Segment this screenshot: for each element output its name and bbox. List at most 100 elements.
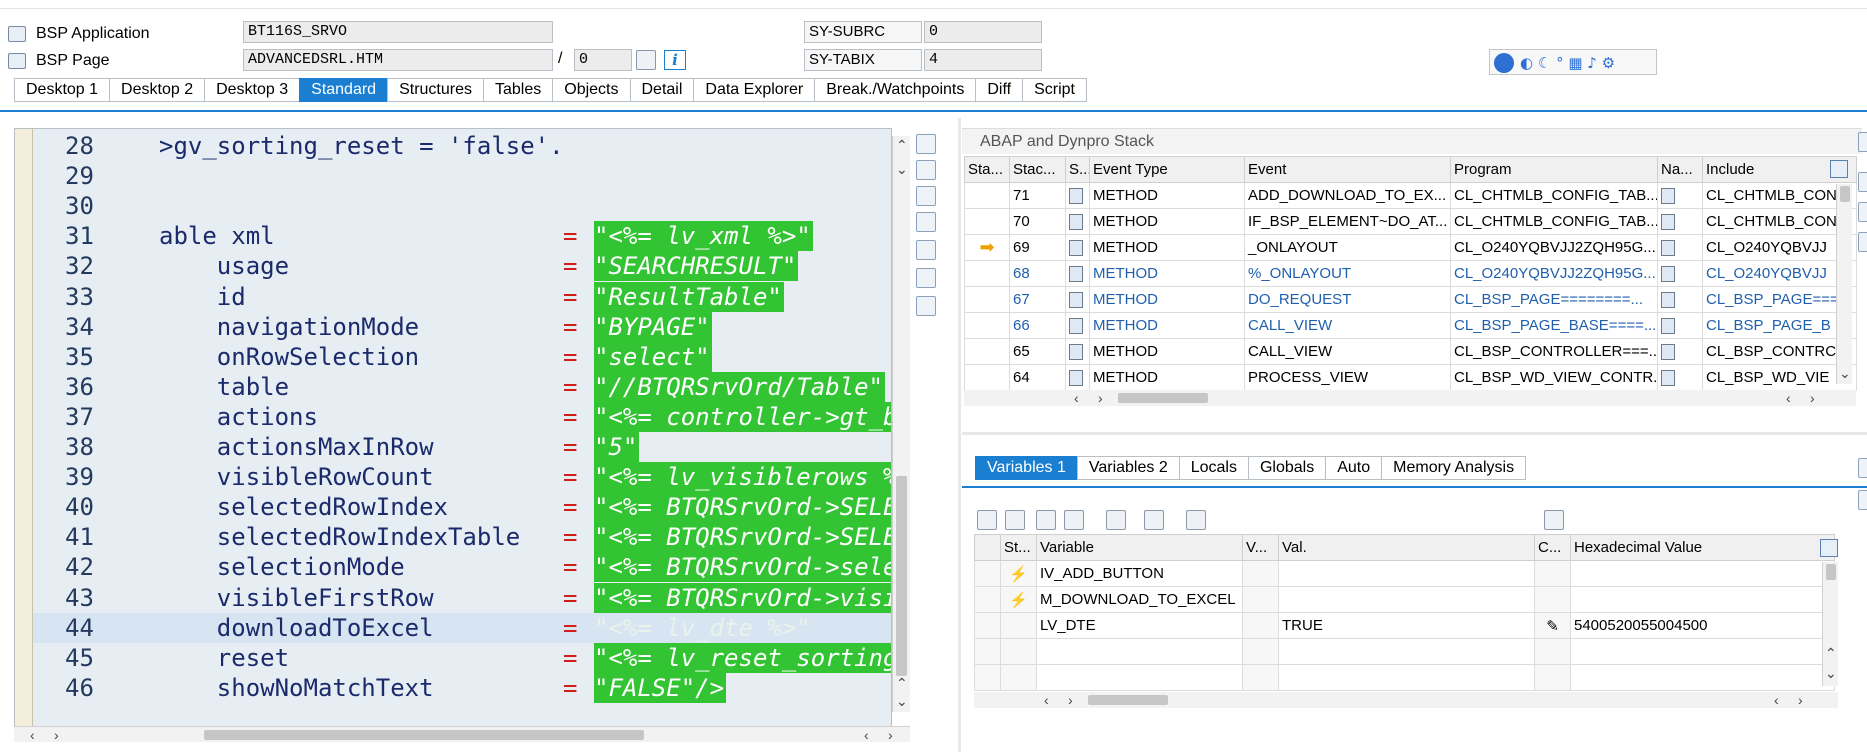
ime-toolbar[interactable]: ◐ ☾ ° ▦ ♪ ⚙ (1489, 49, 1657, 75)
var-scroll-right-icon[interactable]: › (1068, 693, 1073, 707)
variable-name-input[interactable]: IV_ADD_BUTTON (1036, 560, 1243, 587)
code-line[interactable]: 28 >gv_sorting_reset = 'false'. (33, 131, 891, 161)
variable-name-input[interactable]: LV_DTE (1036, 612, 1243, 639)
var-scroll-right-end-icon[interactable]: › (1798, 693, 1803, 707)
tab-tables[interactable]: Tables (483, 78, 553, 102)
var-hscroll-thumb[interactable] (1088, 695, 1168, 705)
tab-objects[interactable]: Objects (552, 78, 630, 102)
scroll-down-bottom-icon[interactable]: ⌄ (896, 694, 908, 708)
stack-row[interactable]: ➡ 69 METHOD _ONLAYOUT CL_O240YQBVJJ2ZQH95G..… (964, 234, 1857, 261)
stack-row[interactable]: 66 METHOD CALL_VIEW CL_BSP_PAGE_BASE====...… (964, 312, 1857, 339)
code-line[interactable]: 33 id = "ResultTable" (33, 281, 891, 312)
stack-side-tool-icon[interactable] (1858, 172, 1867, 192)
tab-breakpoints[interactable]: Break./Watchpoints (814, 78, 976, 102)
row-selector-header[interactable] (974, 534, 1001, 561)
tab-structures[interactable]: Structures (387, 78, 483, 102)
tab-standard[interactable]: Standard (299, 78, 388, 102)
expand-icon[interactable] (1144, 510, 1164, 530)
variable-row[interactable]: ⚡ IV_ADD_BUTTON (974, 560, 1835, 587)
row-selector[interactable] (974, 586, 1001, 613)
stack-scroll-left-end-icon[interactable]: ‹ (1786, 391, 1791, 405)
var-layout-icon[interactable] (1820, 539, 1838, 557)
variable-column-header[interactable]: St... (1000, 534, 1037, 561)
stack-column-header[interactable]: Program (1450, 156, 1658, 183)
watch-icon[interactable] (1005, 510, 1025, 530)
close-pane-icon[interactable] (916, 134, 936, 154)
editor-vscroll-thumb[interactable] (896, 476, 907, 676)
var-side-tool-icon[interactable] (1858, 490, 1867, 510)
var-scroll-down-icon[interactable]: ⌄ (1825, 666, 1837, 680)
tab-desktop-1[interactable]: Desktop 1 (14, 78, 110, 102)
tab-memory-analysis[interactable]: Memory Analysis (1381, 456, 1527, 480)
new-tool-icon[interactable] (916, 160, 936, 180)
variable-column-header[interactable]: Val. (1278, 534, 1535, 561)
scroll-left-end-icon[interactable]: ‹ (864, 728, 869, 742)
tab-globals[interactable]: Globals (1247, 456, 1326, 480)
horizontal-splitter[interactable] (962, 432, 1867, 435)
code-line[interactable]: 34 navigationMode = "BYPAGE" (33, 311, 891, 342)
tab-desktop-2[interactable]: Desktop 2 (109, 78, 205, 102)
swap-tool-icon[interactable] (916, 186, 936, 206)
variable-name-input[interactable]: M_DOWNLOAD_TO_EXCEL (1036, 586, 1243, 613)
variable-row[interactable] (974, 638, 1835, 665)
row-selector[interactable] (974, 664, 1001, 691)
code-line[interactable]: 44 downloadToExcel = "<%= lv_dte %>" (33, 612, 891, 643)
code-line[interactable]: 31 able xml = "<%= lv_xml %>" (33, 221, 891, 252)
services-icon[interactable] (916, 296, 936, 316)
variable-value-cell[interactable] (1278, 560, 1535, 587)
scroll-left-icon[interactable]: ‹ (30, 728, 35, 742)
scroll-down-icon[interactable]: ⌄ (896, 162, 908, 176)
code-line[interactable]: 42 selectionMode = "<%= BTQRSrvOrd->sele (33, 552, 891, 583)
bsp-page-field[interactable]: ADVANCEDSRL.HTM (243, 49, 553, 71)
variable-row[interactable]: LV_DTE TRUE ✎ 5400520055004500 (974, 612, 1835, 639)
variable-column-header[interactable]: Variable (1036, 534, 1243, 561)
tab-detail[interactable]: Detail (629, 78, 694, 102)
stack-vscroll-thumb[interactable] (1840, 186, 1850, 202)
tab-auto[interactable]: Auto (1325, 456, 1382, 480)
scroll-right-icon[interactable]: › (54, 728, 59, 742)
tab-variables-2[interactable]: Variables 2 (1076, 456, 1179, 480)
stack-scroll-right-icon[interactable]: › (1098, 391, 1103, 405)
stack-scroll-right-end-icon[interactable]: › (1810, 391, 1815, 405)
code-line[interactable]: 30 (33, 191, 891, 221)
var-scroll-left-icon[interactable]: ‹ (1044, 693, 1049, 707)
stack-scroll-left-icon[interactable]: ‹ (1074, 391, 1079, 405)
var-close-icon[interactable] (1858, 458, 1867, 478)
code-line[interactable]: 46 showNoMatchText = "FALSE"/> (33, 672, 891, 703)
var-vscroll-thumb[interactable] (1826, 564, 1836, 580)
sy-subrc-field[interactable]: 0 (924, 21, 1042, 43)
scroll-up-bottom-icon[interactable]: ⌃ (896, 676, 908, 690)
stack-row[interactable]: 71 METHOD ADD_DOWNLOAD_TO_EX... CL_CHTMLB_C… (964, 182, 1857, 209)
stack-column-header[interactable]: Stac... (1009, 156, 1066, 183)
scroll-right-end-icon[interactable]: › (888, 728, 893, 742)
editor-hscroll-thumb[interactable] (204, 730, 644, 740)
tab-desktop-3[interactable]: Desktop 3 (204, 78, 300, 102)
variable-name-input[interactable] (1036, 638, 1243, 665)
code-line[interactable]: 29 (33, 161, 891, 191)
info-icon[interactable]: i (664, 50, 686, 70)
code-line[interactable]: 38 actionsMaxInRow = "5" (33, 432, 891, 462)
variable-column-header[interactable]: C... (1534, 534, 1571, 561)
var-scroll-up-icon[interactable]: ⌃ (1825, 646, 1837, 660)
editor-hscrollbar[interactable]: ‹ › ‹ › (14, 726, 910, 742)
variable-value-cell[interactable] (1278, 586, 1535, 613)
variable-row[interactable] (974, 664, 1835, 691)
variable-value-cell[interactable]: TRUE (1278, 612, 1535, 639)
variable-row[interactable]: ⚡ M_DOWNLOAD_TO_EXCEL (974, 586, 1835, 613)
variable-name-input[interactable] (1036, 664, 1243, 691)
tab-variables-1[interactable]: Variables 1 (975, 456, 1077, 480)
code-line[interactable]: 40 selectedRowIndex = "<%= BTQRSrvOrd->SEL… (33, 492, 891, 523)
scroll-up-icon[interactable]: ⌃ (896, 138, 908, 152)
stack-column-header[interactable]: Event (1244, 156, 1451, 183)
stack-side-tool-2-icon[interactable] (1858, 202, 1867, 222)
variable-column-header[interactable]: Hexadecimal Value (1570, 534, 1835, 561)
stack-vscrollbar[interactable]: ⌄ (1836, 184, 1852, 384)
vertical-splitter[interactable] (958, 118, 961, 752)
save-icon[interactable] (1544, 510, 1564, 530)
stack-column-header[interactable]: Na... (1657, 156, 1703, 183)
stack-row[interactable]: 64 METHOD PROCESS_VIEW CL_BSP_WD_VIEW_CONTR… (964, 364, 1857, 391)
source-editor[interactable]: 28 >gv_sorting_reset = 'false'. 29 30 31 able… (14, 128, 892, 728)
navigate-icon[interactable] (636, 50, 656, 70)
stack-column-header[interactable]: Event Type (1089, 156, 1245, 183)
resize-icon[interactable] (916, 240, 936, 260)
